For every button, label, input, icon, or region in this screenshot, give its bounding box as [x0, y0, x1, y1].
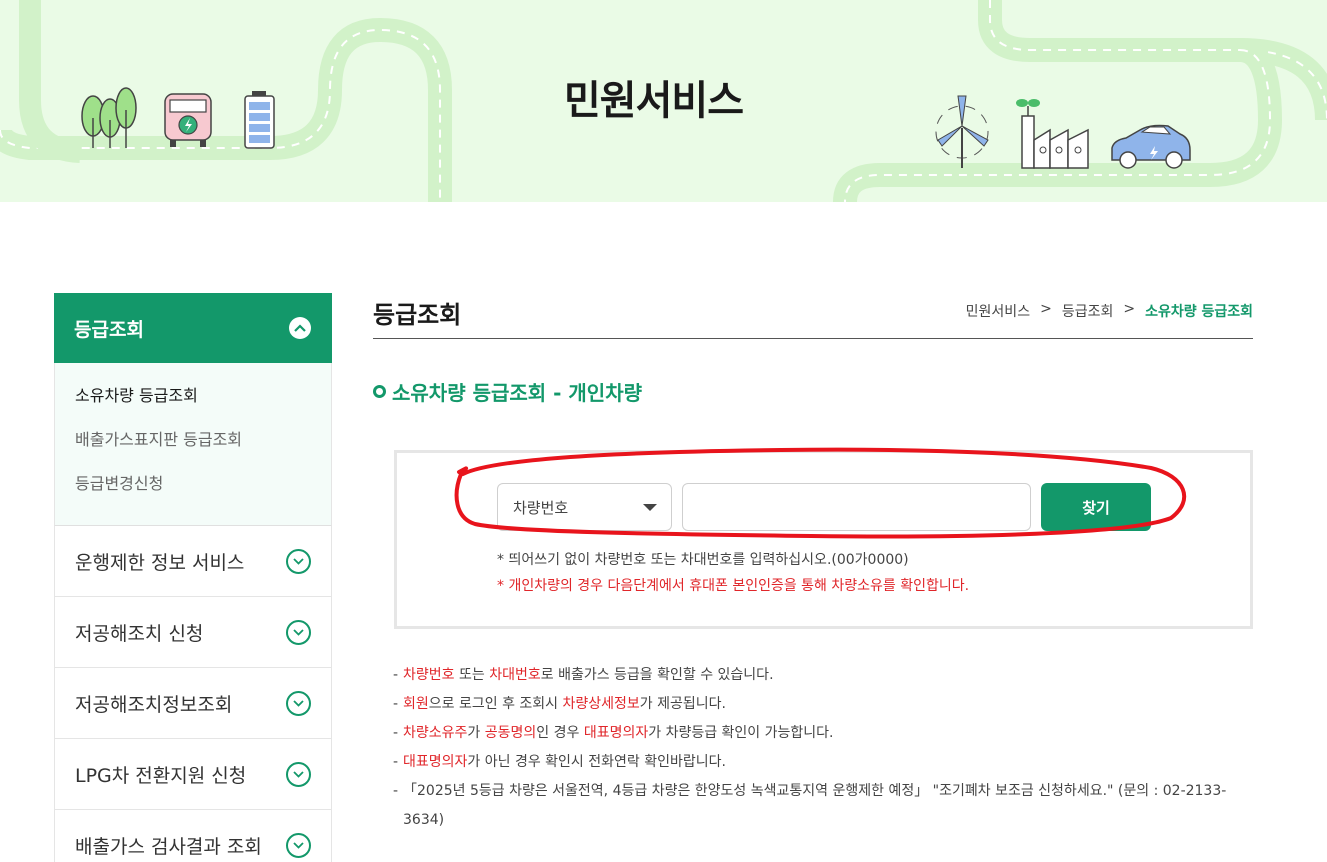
page-title: 등급조회 — [373, 301, 462, 329]
sidebar-item-emission-test-result[interactable]: 배출가스 검사결과 조회 — [54, 810, 332, 862]
section-title: 소유차량 등급조회 - 개인차량 — [373, 377, 642, 406]
page-banner: 민원서비스 — [0, 0, 1327, 202]
chevron-down-icon[interactable] — [286, 619, 311, 645]
breadcrumb-separator: > — [1123, 301, 1136, 317]
input-guide-note: * 띄어쓰기 없이 차량번호 또는 차대번호를 입력하십시오.(00가0000) — [497, 552, 909, 568]
main-content: 등급조회 민원서비스 > 등급조회 > 소유차량 등급조회 소유차량 등급조회 … — [373, 293, 1253, 828]
sidebar-nav: 등급조회 소유차량 등급조회 배출가스표지판 등급조회 등급변경신청 운행제한 … — [54, 293, 332, 862]
page-header: 등급조회 민원서비스 > 등급조회 > 소유차량 등급조회 — [373, 293, 1253, 339]
search-type-value: 차량번호 — [513, 498, 569, 517]
sidebar-section-label: 등급조회 — [74, 318, 144, 341]
chevron-down-icon[interactable] — [286, 761, 311, 787]
search-type-select[interactable]: 차량번호 — [497, 483, 672, 531]
sidebar-item-label: 배출가스 검사결과 조회 — [75, 835, 262, 858]
find-button[interactable]: 찾기 — [1041, 483, 1151, 531]
info-notice-text: 「2025년 5등급 차량은 서울전역, 4등급 차량은 한양도성 녹색교통지역… — [403, 783, 1227, 828]
info-item: - 차량소유주가 공동명의인 경우 대표명의자가 차량등급 확인이 가능합니다. — [393, 725, 834, 741]
info-item: - 차량번호 또는 차대번호로 배출가스 등급을 확인할 수 있습니다. — [393, 667, 774, 683]
breadcrumb: 민원서비스 > 등급조회 > 소유차량 등급조회 — [966, 301, 1253, 321]
dropdown-caret-icon — [643, 503, 657, 511]
sidebar-subitem-owned-vehicle[interactable]: 소유차량 등급조회 — [75, 381, 331, 425]
banner-title: 민원서비스 — [564, 78, 744, 124]
sidebar-item-restriction-info[interactable]: 운행제한 정보 서비스 — [54, 526, 332, 597]
sidebar-submenu: 소유차량 등급조회 배출가스표지판 등급조회 등급변경신청 — [54, 363, 332, 526]
vehicle-number-input[interactable] — [682, 483, 1031, 531]
electric-car-icon — [1111, 124, 1191, 169]
chevron-down-icon[interactable] — [286, 832, 311, 858]
chevron-up-icon[interactable] — [289, 317, 311, 339]
sidebar-item-low-emission-apply[interactable]: 저공해조치 신청 — [54, 597, 332, 668]
chevron-down-icon[interactable] — [286, 690, 311, 716]
sidebar-item-label: 저공해조치 신청 — [75, 622, 204, 645]
info-item: - 대표명의자가 아닌 경우 확인시 전화연락 확인바랍니다. — [393, 754, 726, 770]
search-panel: 차량번호 찾기 * 띄어쓰기 없이 차량번호 또는 차대번호를 입력하십시오.(… — [394, 450, 1253, 629]
sidebar-subitem-emission-sign[interactable]: 배출가스표지판 등급조회 — [75, 425, 331, 469]
sidebar-item-label: 운행제한 정보 서비스 — [75, 551, 245, 574]
sidebar-item-label: LPG차 전환지원 신청 — [75, 764, 247, 787]
sidebar-section-grade-lookup[interactable]: 등급조회 — [54, 293, 332, 363]
breadcrumb-item[interactable]: 민원서비스 — [966, 301, 1030, 321]
bullet-ring-icon — [373, 385, 386, 398]
sidebar-item-low-emission-lookup[interactable]: 저공해조치정보조회 — [54, 668, 332, 739]
sidebar-subitem-grade-change[interactable]: 등급변경신청 — [75, 469, 331, 513]
info-item: - 「2025년 5등급 차량은 서울전역, 4등급 차량은 한양도성 녹색교통… — [393, 777, 1233, 835]
breadcrumb-separator: > — [1040, 301, 1052, 317]
sidebar-item-label: 저공해조치정보조회 — [75, 693, 233, 716]
search-row: 차량번호 찾기 — [497, 483, 1151, 531]
breadcrumb-current: 소유차량 등급조회 — [1145, 304, 1253, 320]
info-item: - 회원으로 로그인 후 조회시 차량상세정보가 제공됩니다. — [393, 696, 726, 712]
ownership-verify-note: * 개인차량의 경우 다음단계에서 휴대폰 본인인증을 통해 차량소유를 확인합… — [497, 578, 970, 594]
breadcrumb-item[interactable]: 등급조회 — [1062, 301, 1114, 321]
info-list: - 차량번호 또는 차대번호로 배출가스 등급을 확인할 수 있습니다. - 회… — [393, 661, 1233, 835]
section-title-text: 소유차량 등급조회 - 개인차량 — [392, 381, 642, 405]
chevron-down-icon[interactable] — [286, 548, 311, 574]
sidebar-item-lpg-conversion[interactable]: LPG차 전환지원 신청 — [54, 739, 332, 810]
